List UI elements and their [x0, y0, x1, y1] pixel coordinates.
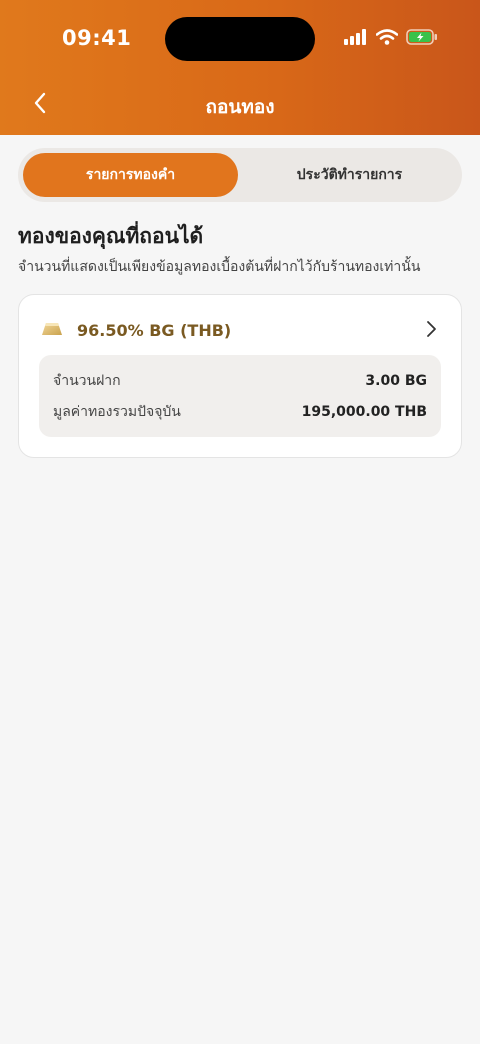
nav-bar: ถอนทอง	[0, 80, 480, 130]
status-icons	[344, 28, 438, 50]
page-title: ถอนทอง	[205, 96, 275, 118]
app-header: 09:41 ถอนทอง	[0, 0, 480, 135]
status-bar: 09:41	[0, 0, 480, 80]
tab-gold-list[interactable]: รายการทองคำ	[23, 153, 238, 197]
gold-bar-icon	[41, 321, 63, 340]
gold-item-details: จำนวนฝาก 3.00 BG มูลค่าทองรวมปัจจุบัน 19…	[39, 355, 441, 437]
deposit-amount-row: จำนวนฝาก 3.00 BG	[53, 370, 427, 392]
section-title: ทองของคุณที่ถอนได้	[18, 224, 204, 248]
dynamic-island	[165, 17, 315, 61]
wifi-icon	[375, 29, 399, 49]
gold-item-title: 96.50% BG (THB)	[77, 320, 232, 340]
gold-item-header: 96.50% BG (THB)	[41, 317, 441, 343]
gold-item-card[interactable]: 96.50% BG (THB) จำนวนฝาก 3.00 BG มูลค่าท…	[18, 294, 462, 458]
tab-switcher: รายการทองคำ ประวัติทำรายการ	[18, 148, 462, 202]
section-subtitle: จำนวนที่แสดงเป็นเพียงข้อมูลทองเบื้องต้นท…	[18, 259, 421, 275]
deposit-amount-label: จำนวนฝาก	[53, 373, 121, 389]
status-time: 09:41	[62, 26, 132, 50]
total-value-row: มูลค่าทองรวมปัจจุบัน 195,000.00 THB	[53, 401, 427, 423]
battery-charging-icon	[406, 29, 438, 49]
tab-history[interactable]: ประวัติทำรายการ	[242, 153, 457, 197]
deposit-amount-value: 3.00 BG	[365, 373, 427, 389]
total-value-label: มูลค่าทองรวมปัจจุบัน	[53, 404, 181, 420]
chevron-right-icon	[425, 320, 437, 342]
total-value-value: 195,000.00 THB	[301, 404, 427, 420]
signal-icon	[344, 29, 368, 49]
